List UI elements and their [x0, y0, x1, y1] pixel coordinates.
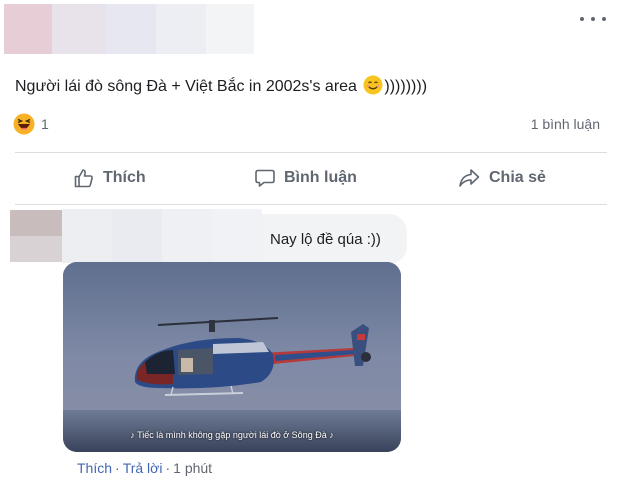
haha-icon	[13, 113, 35, 135]
commenter-avatar[interactable]	[10, 210, 64, 262]
post-header	[0, 0, 620, 60]
smile-emoji-icon	[363, 75, 383, 95]
like-button[interactable]: Thích	[73, 160, 146, 196]
comment-button[interactable]: Bình luận	[254, 160, 357, 196]
comment-count[interactable]: 1 bình luận	[531, 116, 600, 132]
helicopter-scene	[63, 262, 401, 452]
comment-video[interactable]: ♪ Tiếc là mình không gặp người lái đò ở …	[63, 262, 401, 452]
comment-label: Bình luận	[284, 169, 357, 186]
comment-like-link[interactable]: Thích	[77, 460, 112, 476]
like-label: Thích	[103, 169, 146, 186]
post-text-tail: ))))))))	[384, 78, 428, 95]
thumbs-up-icon	[74, 169, 93, 188]
comment: Nay lộ đề qúa :)) ♪ Tiếc là mình không g…	[0, 205, 620, 485]
reaction-count: 1	[41, 116, 49, 132]
share-button[interactable]: Chia sẻ	[457, 160, 546, 196]
post-text: Người lái đò sông Đà + Việt Bắc in 2002s…	[15, 75, 427, 98]
share-label: Chia sẻ	[489, 169, 546, 186]
blurred-author-name	[4, 4, 254, 54]
separator-dot: ·	[115, 460, 120, 476]
reactions-summary[interactable]: 1	[13, 112, 49, 136]
comment-time[interactable]: 1 phút	[173, 460, 212, 476]
video-subtitle: ♪ Tiếc là mình không gặp người lái đò ở …	[130, 430, 334, 440]
comment-meta: Thích · Trả lời · 1 phút	[77, 460, 212, 476]
divider	[15, 152, 607, 153]
share-arrow-icon	[459, 169, 480, 187]
comment-reply-link[interactable]: Trả lời	[123, 460, 163, 476]
more-options-icon[interactable]	[580, 12, 606, 26]
comment-bubble-icon	[255, 169, 275, 187]
blurred-commenter-name	[62, 209, 262, 263]
separator-dot: ·	[165, 460, 171, 476]
comment-text: Nay lộ đề qúa :))	[270, 231, 381, 248]
post-text-main: Người lái đò sông Đà + Việt Bắc in 2002s…	[15, 78, 362, 95]
